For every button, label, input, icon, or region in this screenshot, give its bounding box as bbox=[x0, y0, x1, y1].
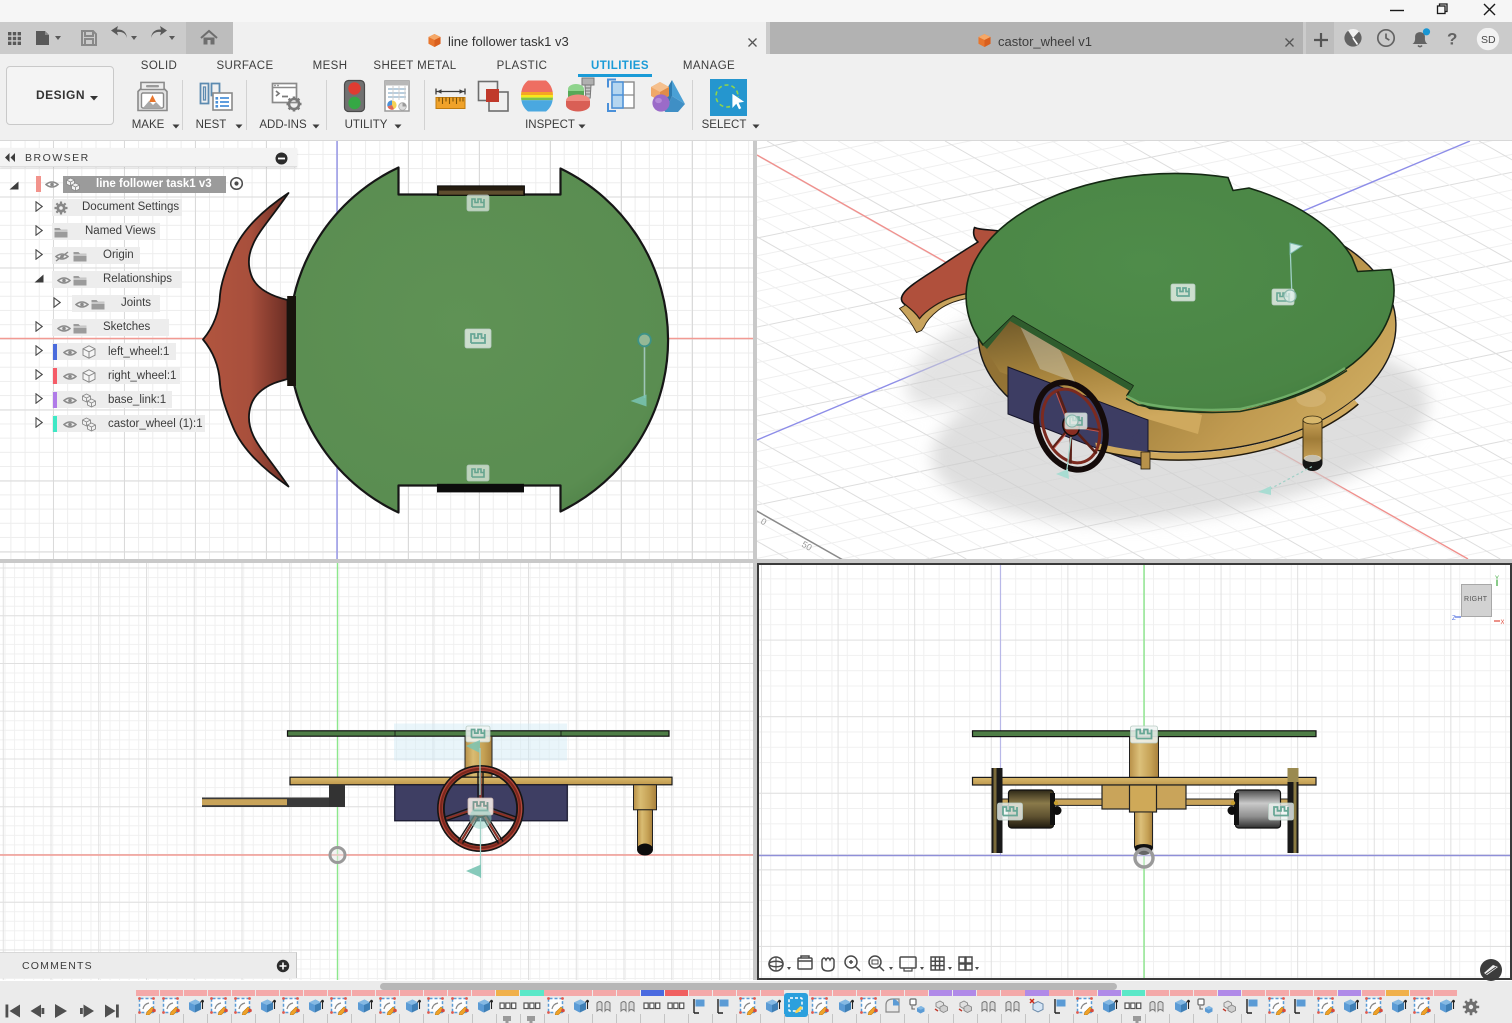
svg-text:X: X bbox=[1501, 620, 1505, 626]
svg-text:SD: SD bbox=[1481, 34, 1496, 46]
svg-text:Z: Z bbox=[1452, 616, 1456, 622]
svg-text:?: ? bbox=[1447, 30, 1457, 49]
svg-text:Y: Y bbox=[1495, 576, 1499, 582]
